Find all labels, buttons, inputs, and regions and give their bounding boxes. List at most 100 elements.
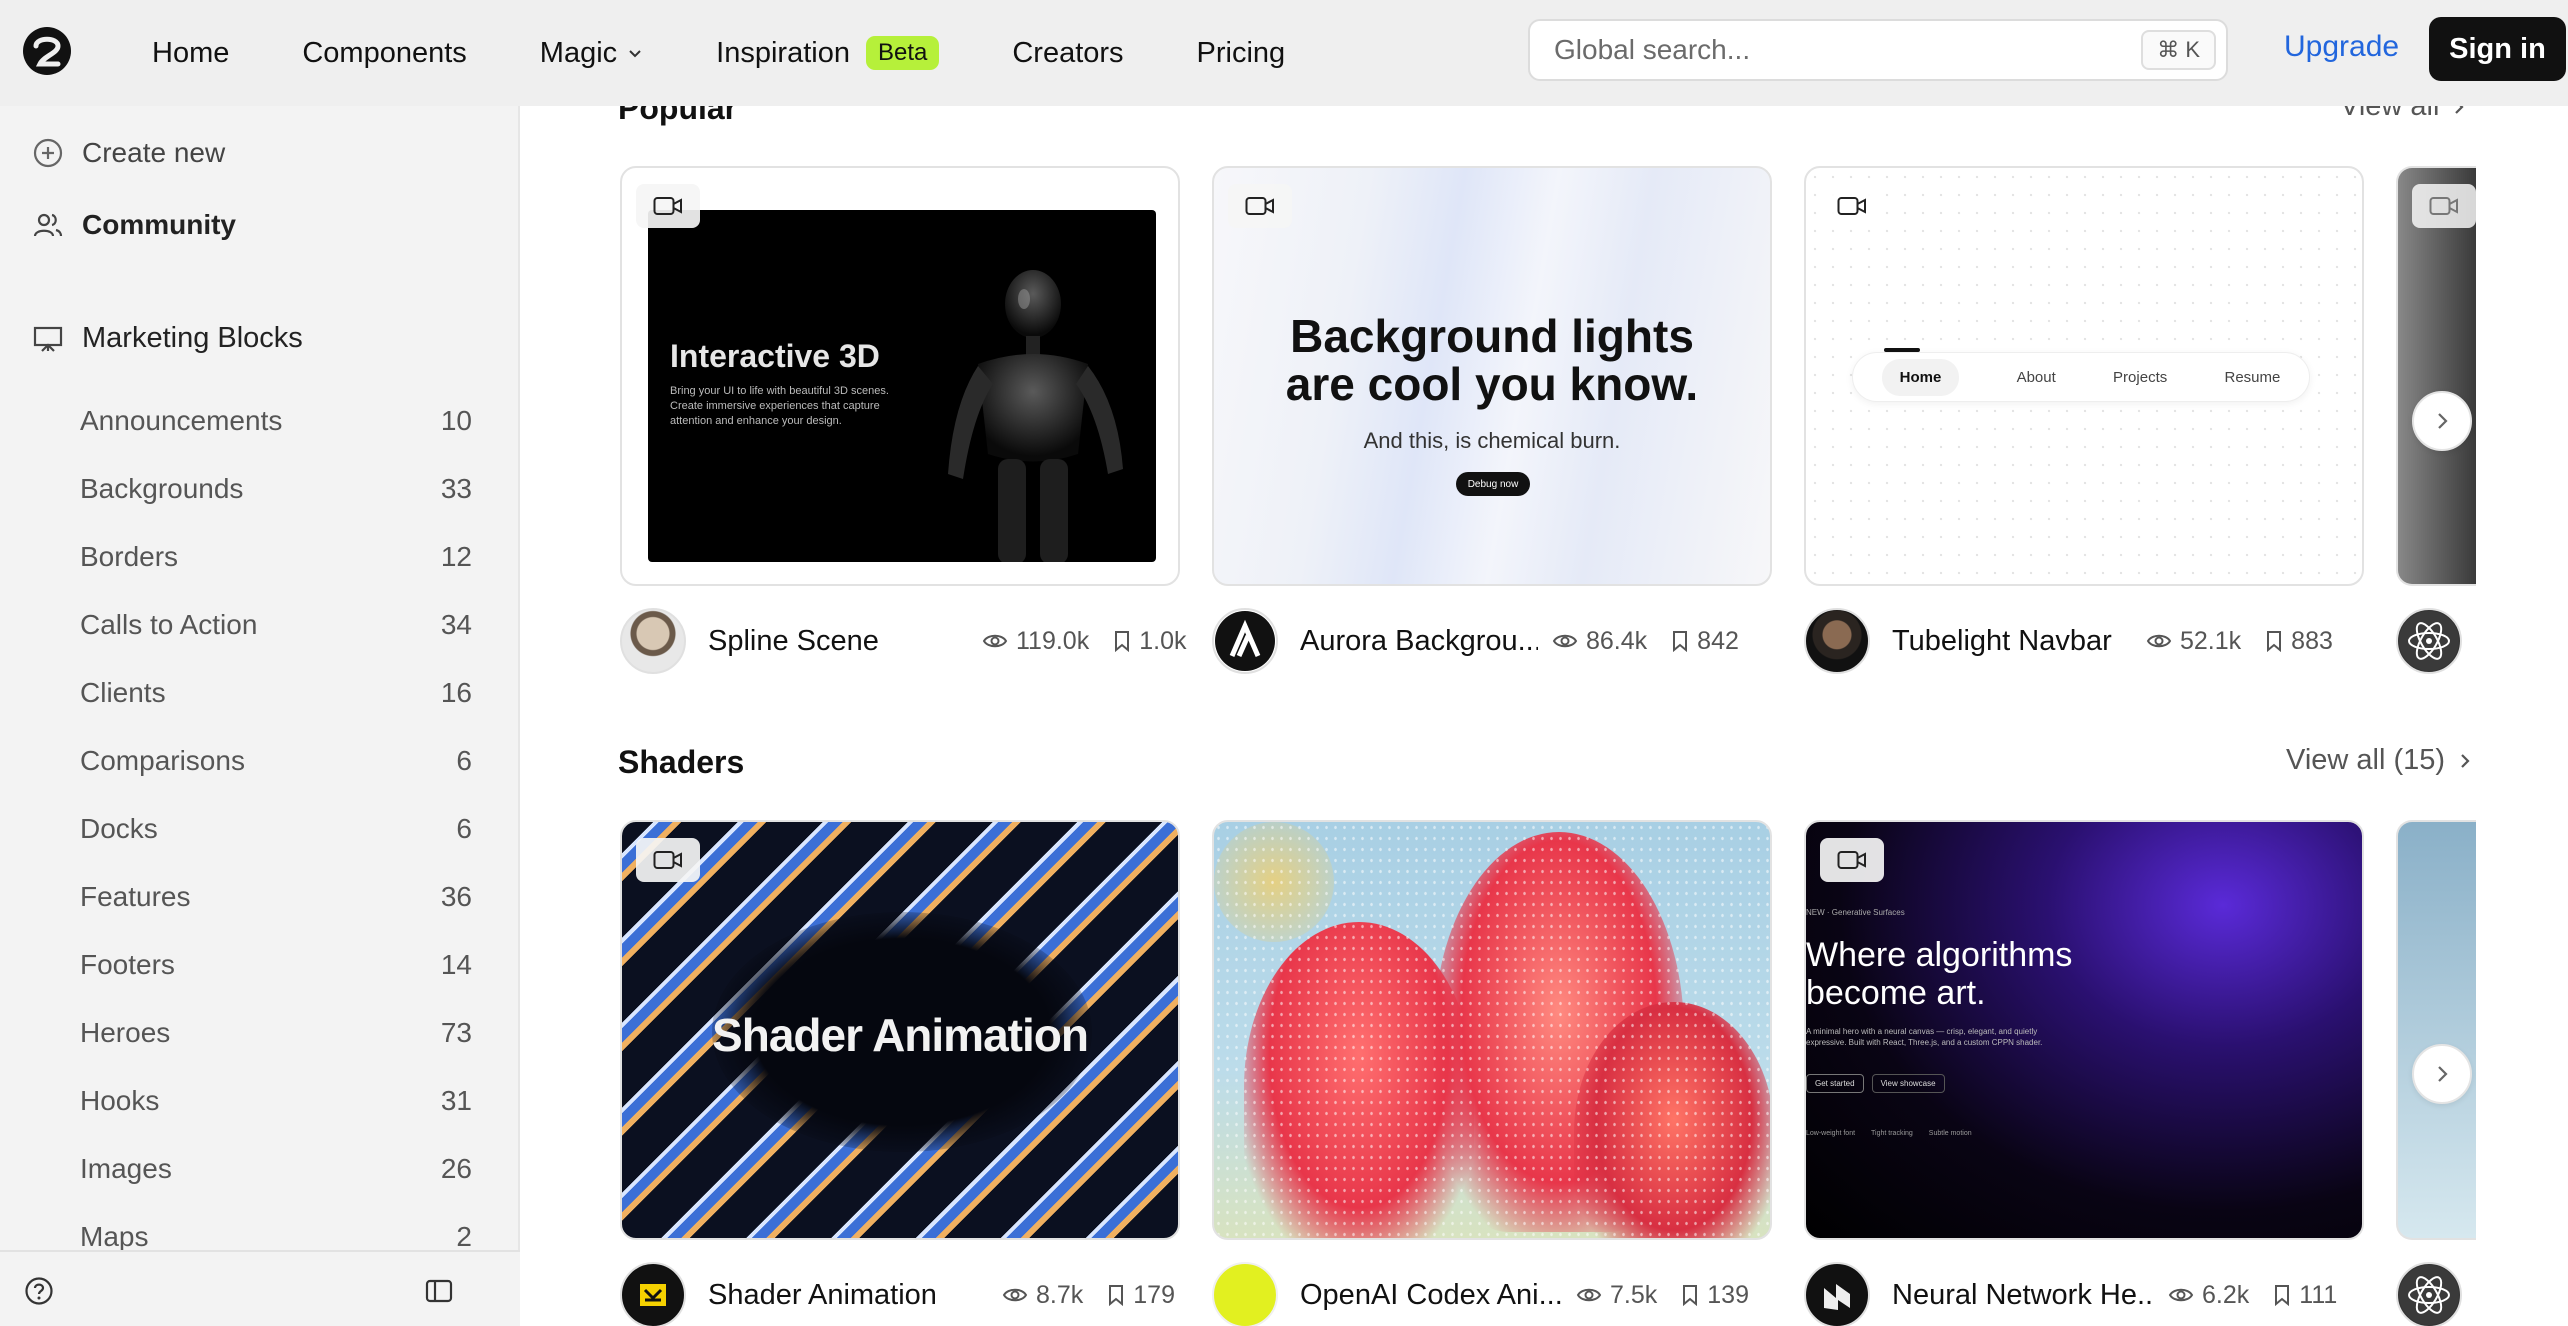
sidebar-item-borders[interactable]: Borders 12 [0, 523, 520, 591]
avatar[interactable] [2396, 1262, 2462, 1326]
saves-stat[interactable]: 179 [1107, 1281, 1175, 1310]
component-card-spline-scene[interactable]: Interactive 3D Bring your UI to life wit… [620, 166, 1180, 586]
aceternity-logo-icon [1215, 611, 1275, 671]
preview-subheading: And this, is chemical burn. [1363, 428, 1621, 453]
category-list: Announcements 10 Backgrounds 33 Borders 12 … [0, 387, 520, 1271]
avatar[interactable] [1212, 1262, 1278, 1326]
card-meta-tubelight-navbar: Tubelight Navbar 52.1k 883 [1804, 606, 2333, 676]
create-new-button[interactable]: Create new [32, 137, 225, 169]
carousel-next-button[interactable] [2412, 391, 2472, 451]
video-badge [1820, 184, 1884, 228]
sidebar-item-footers[interactable]: Footers 14 [0, 931, 520, 999]
card-title[interactable]: Aurora Backgrou... [1300, 625, 1538, 658]
preview-nav-home: Home [1881, 358, 1960, 396]
avatar[interactable] [1804, 1262, 1870, 1326]
preview-features: Low-weight font Tight tracking Subtle mo… [1806, 1130, 1972, 1137]
section-title-shaders: Shaders [618, 744, 745, 780]
card-title[interactable]: Neural Network He... [1892, 1279, 2154, 1312]
category-count: 10 [440, 405, 472, 436]
search-input[interactable] [1554, 34, 2114, 66]
video-icon [1245, 197, 1274, 215]
views-stat: 6.2k [2168, 1281, 2249, 1310]
sidebar-item-docks[interactable]: Docks 6 [0, 795, 520, 863]
logo-icon[interactable] [22, 26, 72, 76]
nav-home[interactable]: Home [152, 37, 229, 70]
sidebar-section-marketing-blocks[interactable]: Marketing Blocks [32, 322, 303, 355]
sidebar-item-community[interactable]: Community [32, 209, 236, 241]
category-label: Footers [80, 949, 175, 980]
nav-creators[interactable]: Creators [1012, 37, 1123, 70]
global-search[interactable]: ⌘ K [1528, 19, 2228, 81]
preview-ascii-overlay [1214, 822, 1770, 1238]
saves-count: 111 [2299, 1280, 2338, 1309]
sidebar-item-backgrounds[interactable]: Backgrounds 33 [0, 455, 520, 523]
users-icon [33, 213, 63, 237]
category-label: Docks [80, 813, 158, 844]
card-title[interactable]: Shader Animation [708, 1279, 988, 1312]
sidebar-item-heroes[interactable]: Heroes 73 [0, 999, 520, 1067]
bookmark-icon [1673, 631, 1688, 652]
card-title[interactable]: Spline Scene [708, 625, 968, 658]
sidebar-toggle-icon[interactable] [424, 1276, 454, 1306]
component-card-aurora-background[interactable]: Background lights are cool you know. And… [1212, 166, 1772, 586]
avatar[interactable] [1212, 608, 1278, 674]
avatar[interactable] [620, 608, 686, 674]
sidebar-item-images[interactable]: Images 26 [0, 1135, 520, 1203]
sidebar-item-calls-to-action[interactable]: Calls to Action 34 [0, 591, 520, 659]
component-card-tubelight-navbar[interactable]: Home About Projects Resume [1804, 166, 2364, 586]
nav-inspiration[interactable]: Inspiration Beta [716, 36, 940, 70]
avatar[interactable] [1804, 608, 1870, 674]
react-atom-icon [2399, 1265, 2459, 1325]
saves-stat[interactable]: 883 [2265, 627, 2333, 656]
preview-buttons: Get started View showcase [1806, 1074, 1945, 1093]
chevron-right-icon [2438, 413, 2448, 429]
views-count: 119.0k [1016, 626, 1090, 655]
sidebar-item-features[interactable]: Features 36 [0, 863, 520, 931]
component-card-neural-network-hero[interactable]: NEW · Generative Surfaces Where algorith… [1804, 820, 2364, 1240]
card-title[interactable]: OpenAI Codex Ani... [1300, 1279, 1562, 1312]
preview-kicker: NEW · Generative Surfaces [1806, 908, 1905, 917]
sign-in-button[interactable]: Sign in [2429, 17, 2566, 81]
beta-badge: Beta [865, 36, 940, 70]
view-all-popular-link[interactable]: View all [2340, 106, 2467, 123]
sidebar-item-clients[interactable]: Clients 16 [0, 659, 520, 727]
view-all-label: View all [2340, 106, 2440, 122]
nav-magic[interactable]: Magic [540, 37, 643, 70]
card-meta-neural-network-hero: Neural Network He... 6.2k 111 [1804, 1260, 2337, 1326]
card-meta-partial [2396, 1260, 2462, 1326]
brand-logo-icon [623, 1265, 683, 1325]
component-card-partial[interactable] [2396, 166, 2476, 586]
sidebar-item-hooks[interactable]: Hooks 31 [0, 1067, 520, 1135]
sidebar-item-announcements[interactable]: Announcements 10 [0, 387, 520, 455]
component-card-shader-animation[interactable]: Shader Animation [620, 820, 1180, 1240]
component-card-openai-codex-animation[interactable] [1212, 820, 1772, 1240]
preview-get-started: Get started [1806, 1074, 1864, 1093]
saves-stat[interactable]: 1.0k [1113, 627, 1186, 656]
saves-stat[interactable]: 139 [1681, 1281, 1749, 1310]
category-label: Hooks [80, 1085, 160, 1116]
help-icon[interactable] [24, 1276, 54, 1306]
eye-icon [982, 634, 1008, 648]
eye-icon [2146, 634, 2172, 648]
avatar[interactable] [620, 1262, 686, 1326]
view-all-shaders-link[interactable]: View all (15) [2286, 744, 2473, 777]
preview-body: A minimal hero with a neural canvas — cr… [1806, 1027, 2043, 1047]
nav-components[interactable]: Components [302, 37, 466, 70]
video-icon [653, 851, 682, 869]
saves-stat[interactable]: 842 [1671, 627, 1739, 656]
saves-stat[interactable]: 111 [2273, 1281, 2337, 1310]
brand-logo-icon [1807, 1265, 1867, 1325]
sidebar-footer [0, 1250, 520, 1326]
card-title[interactable]: Tubelight Navbar [1892, 625, 2132, 658]
react-atom-icon [2399, 611, 2459, 671]
category-count: 34 [440, 609, 472, 640]
carousel-next-button[interactable] [2412, 1044, 2472, 1104]
nav-pricing[interactable]: Pricing [1197, 37, 1286, 70]
category-count: 73 [440, 1017, 472, 1048]
nav-pricing-label: Pricing [1196, 36, 1286, 69]
upgrade-link[interactable]: Upgrade [2284, 30, 2399, 64]
nav-creators-label: Creators [1012, 36, 1124, 69]
sidebar-item-comparisons[interactable]: Comparisons 6 [0, 727, 520, 795]
component-card-partial[interactable] [2396, 820, 2476, 1240]
avatar[interactable] [2396, 608, 2462, 674]
